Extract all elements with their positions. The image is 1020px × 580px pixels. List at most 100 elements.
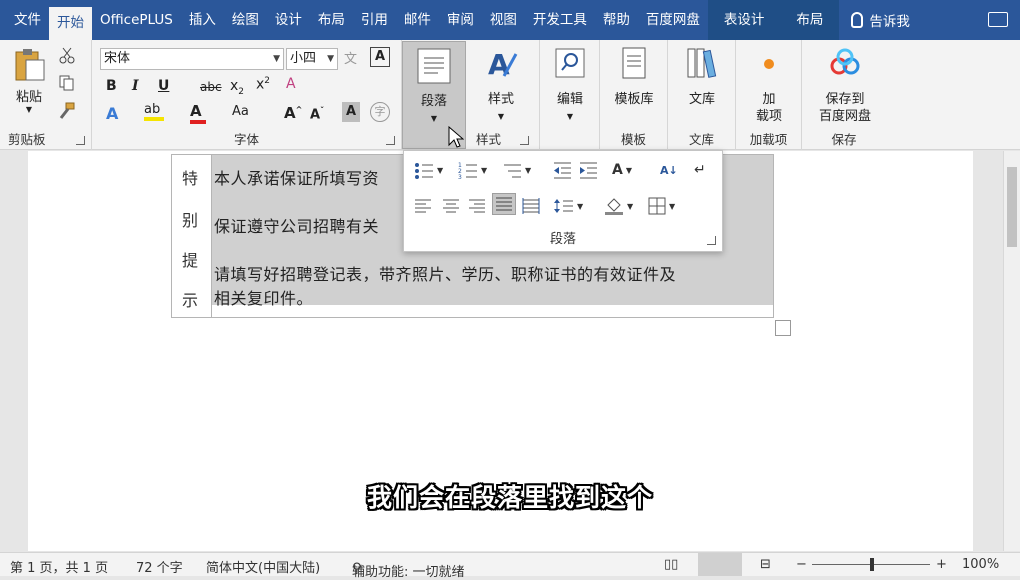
align-center-button[interactable] (442, 195, 460, 217)
line-spacing-button[interactable]: ▼ (554, 195, 583, 217)
editing-button[interactable]: 编辑 ▼ (541, 46, 599, 125)
side-char: 示 (182, 291, 199, 310)
paragraph-button[interactable]: 段落 ▼ (405, 48, 463, 127)
tab-review[interactable]: 审阅 (439, 0, 482, 40)
tab-help[interactable]: 帮助 (595, 0, 638, 40)
character-border-icon[interactable]: A (370, 47, 390, 67)
tab-baidu-netdisk[interactable]: 百度网盘 (638, 0, 708, 40)
tab-insert[interactable]: 插入 (181, 0, 224, 40)
paragraph-launcher-icon[interactable] (707, 236, 716, 245)
strikethrough-icon[interactable]: abc (200, 80, 222, 94)
justify-button[interactable] (492, 193, 516, 215)
sort-button[interactable]: A↓ (660, 159, 678, 181)
italic-icon[interactable]: I (132, 78, 139, 94)
underline-icon[interactable]: U (158, 78, 169, 94)
shading-button[interactable]: ▼ (604, 195, 633, 217)
tab-mailings[interactable]: 邮件 (396, 0, 439, 40)
multilevel-list-button[interactable]: ▼ (502, 159, 531, 181)
tell-me-search[interactable]: 告诉我 (851, 10, 910, 30)
tab-officeplus[interactable]: OfficePLUS (92, 0, 181, 40)
bullets-button[interactable]: ▼ (414, 159, 443, 181)
paragraph-popup-label: 段落 (549, 232, 576, 247)
align-left-button[interactable] (414, 195, 432, 217)
text-effects-icon[interactable]: A (106, 104, 118, 123)
mouse-cursor-icon (448, 126, 464, 148)
read-mode-icon[interactable]: ▯▯ (664, 557, 678, 572)
font-size-value: 小四 (290, 51, 317, 66)
styles-launcher-icon[interactable] (520, 136, 529, 145)
grow-font-icon[interactable]: A^ (284, 104, 302, 122)
font-size-select[interactable]: 小四 ▼ (286, 48, 338, 70)
cut-icon[interactable] (58, 46, 76, 64)
decrease-indent-button[interactable] (552, 159, 572, 181)
word-count[interactable]: 72 个字 (136, 557, 183, 576)
zoom-in-button[interactable]: + (936, 557, 947, 572)
borders-button[interactable]: ▼ (648, 195, 675, 217)
clipboard-launcher-icon[interactable] (76, 136, 85, 145)
zoom-slider-thumb[interactable] (870, 558, 874, 571)
shrink-font-icon[interactable]: Aˇ (310, 106, 324, 122)
web-layout-icon[interactable]: ⊟ (760, 557, 771, 572)
chevron-down-icon: ▼ (327, 54, 334, 64)
template-library-label: 模板库 (614, 92, 654, 107)
template-library-button[interactable]: 模板库 (605, 46, 663, 108)
tab-view[interactable]: 视图 (482, 0, 525, 40)
bold-icon[interactable]: B (106, 78, 117, 94)
styles-group-label: 样式 (476, 132, 502, 147)
save-to-baidu-button[interactable]: 保存到 百度网盘 (812, 46, 878, 125)
styles-button[interactable]: A 样式 ▼ (472, 46, 530, 125)
tab-references[interactable]: 引用 (353, 0, 396, 40)
clear-formatting-icon[interactable]: A (286, 76, 296, 92)
tab-file[interactable]: 文件 (6, 0, 49, 40)
side-char: 提 (182, 251, 199, 270)
justify-icon (496, 197, 512, 211)
video-subtitle: 我们会在段落里找到这个 (366, 483, 653, 512)
library-button[interactable]: 文库 (673, 46, 731, 108)
scrollbar-thumb[interactable] (1007, 167, 1017, 247)
character-shading-icon[interactable]: A (342, 102, 360, 122)
tab-table-layout[interactable]: 布局 (780, 0, 840, 40)
tab-design[interactable]: 设计 (267, 0, 310, 40)
change-case-icon[interactable]: Aa (232, 104, 249, 119)
status-bar: 第 1 页，共 1 页 72 个字 简体中文(中国大陆) ⚲ 辅助功能: 一切就… (0, 552, 1020, 580)
superscript-icon[interactable]: x2 (256, 76, 270, 93)
addins-button[interactable]: 加 载项 (740, 46, 798, 125)
tab-draw[interactable]: 绘图 (224, 0, 267, 40)
font-name-select[interactable]: 宋体 ▼ (100, 48, 284, 70)
chinese-layout-button[interactable]: A ▼ (612, 159, 632, 181)
enclose-character-icon[interactable]: 字 (370, 102, 390, 122)
zoom-level[interactable]: 100% (962, 557, 999, 572)
distributed-button[interactable] (522, 195, 540, 217)
table-label-cell[interactable]: 特 别 提 示 (172, 155, 212, 317)
chevron-down-icon: ▼ (481, 165, 488, 175)
tab-home[interactable]: 开始 (49, 7, 92, 40)
phonetic-guide-icon[interactable]: 文 (344, 48, 357, 67)
show-marks-button[interactable]: ↵ (694, 159, 706, 181)
copy-icon[interactable] (58, 74, 76, 92)
format-painter-icon[interactable] (58, 102, 76, 120)
zoom-out-button[interactable]: − (796, 557, 807, 572)
highlight-color-icon[interactable]: ab (144, 102, 164, 121)
paste-button[interactable]: 粘贴 ▼ (8, 46, 50, 114)
align-right-button[interactable] (468, 195, 486, 217)
lightbulb-icon (851, 12, 864, 28)
language-status[interactable]: 简体中文(中国大陆) (206, 557, 320, 576)
page-count[interactable]: 第 1 页，共 1 页 (10, 557, 108, 576)
chevron-down-icon: ▼ (25, 105, 33, 114)
comments-icon[interactable] (988, 12, 1008, 27)
tab-developer[interactable]: 开发工具 (525, 0, 595, 40)
font-launcher-icon[interactable] (386, 136, 395, 145)
font-color-icon[interactable]: A (190, 102, 206, 124)
subscript-icon[interactable]: x2 (230, 78, 244, 97)
tab-table-design[interactable]: 表设计 (707, 0, 781, 40)
editing-button-label: 编辑 (556, 92, 583, 107)
table-resize-handle[interactable] (775, 320, 791, 336)
numbering-button[interactable]: 1 2 3 ▼ (458, 159, 487, 181)
print-layout-icon[interactable] (698, 553, 742, 576)
increase-indent-button[interactable] (578, 159, 598, 181)
shading-icon (605, 198, 623, 215)
tab-layout[interactable]: 布局 (310, 0, 353, 40)
library-icon (687, 48, 717, 78)
save-label-line1: 保存到 (825, 92, 865, 107)
chevron-down-icon: ▼ (577, 201, 584, 211)
